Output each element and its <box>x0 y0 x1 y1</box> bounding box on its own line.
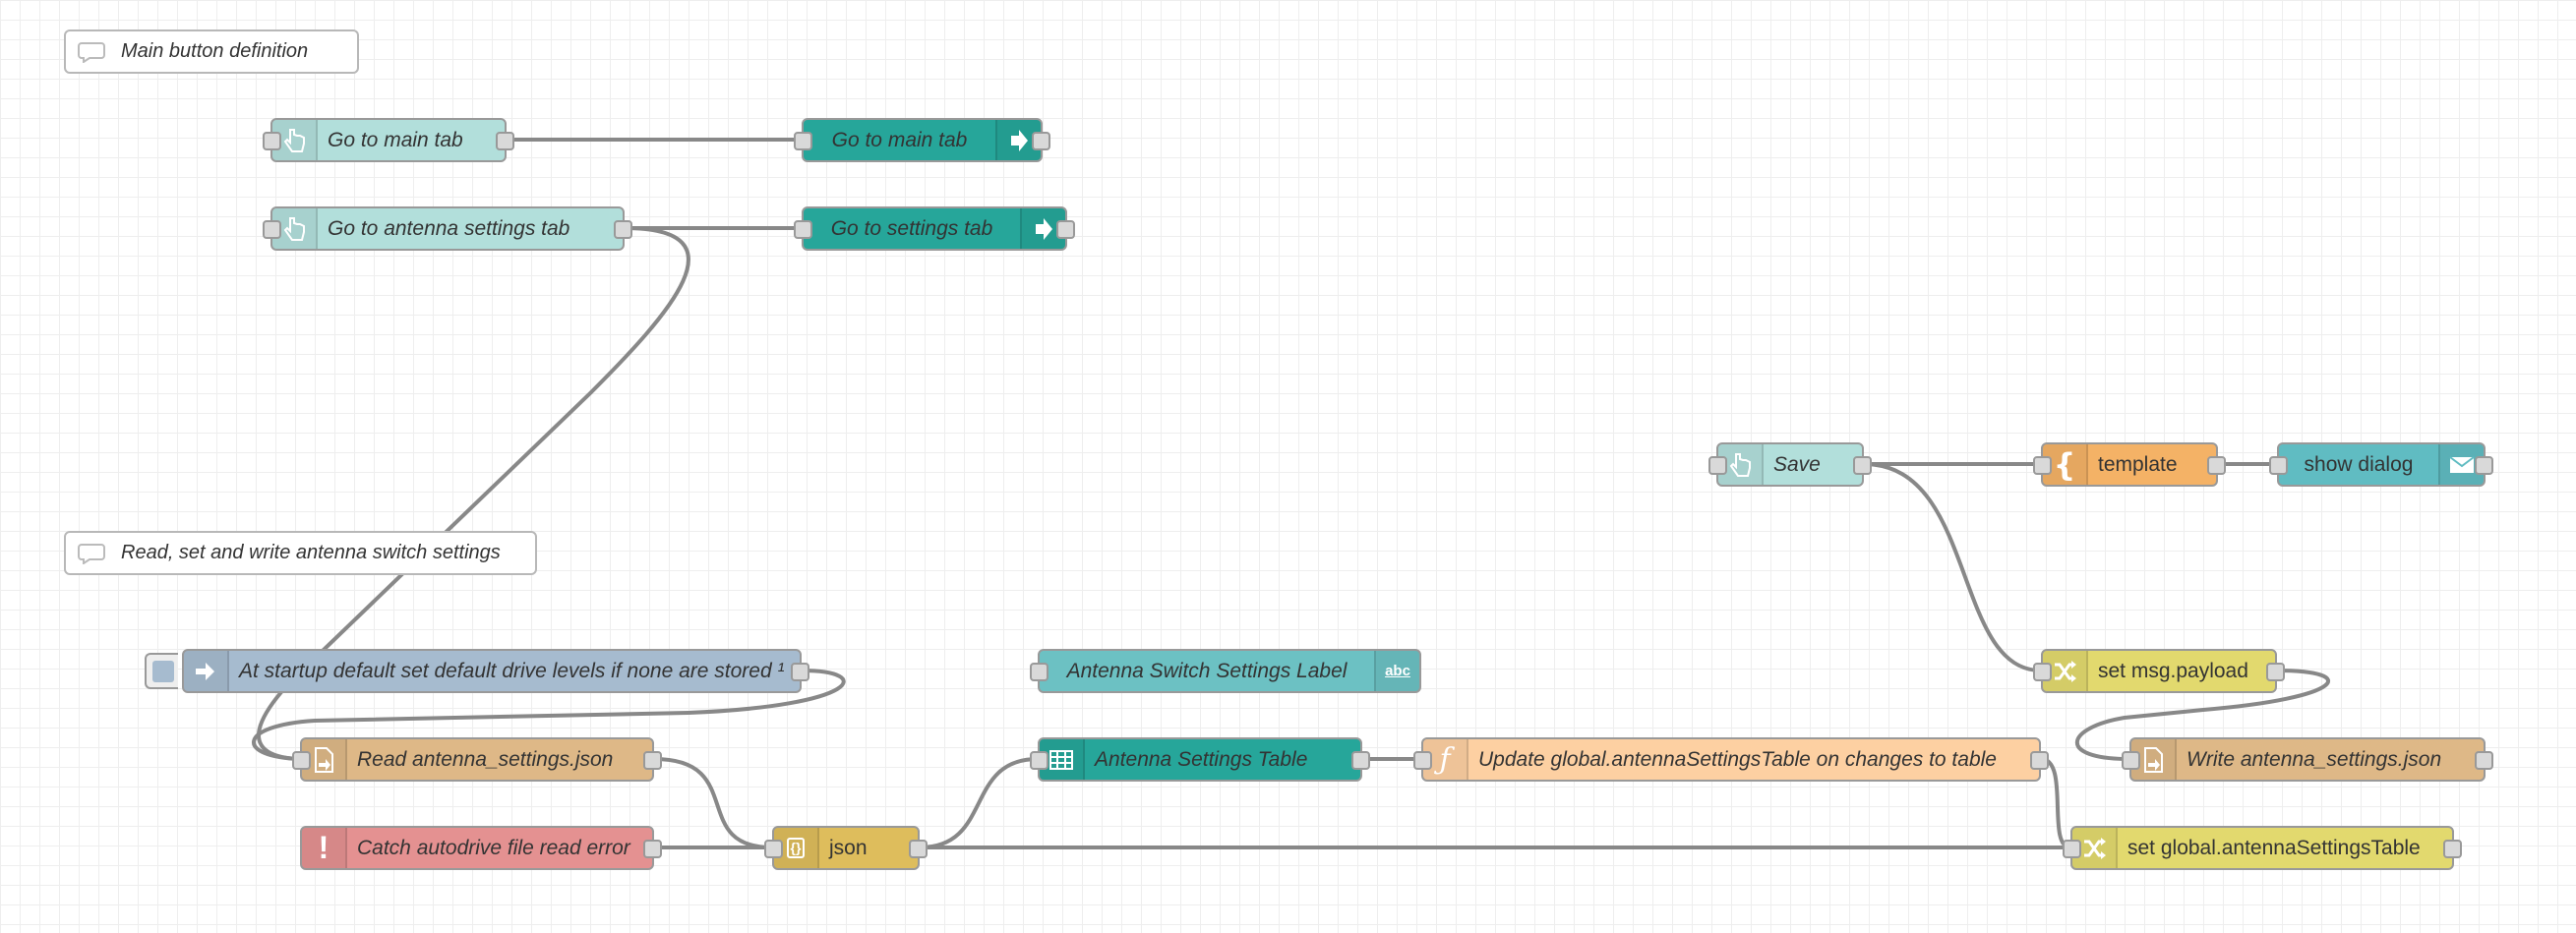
node-write-antenna-settings-file[interactable]: Write antenna_settings.json <box>2122 737 2493 782</box>
input-port[interactable] <box>794 219 812 239</box>
comment-label: Read, set and write antenna switch setti… <box>121 542 501 563</box>
node-go-to-main-tab-button[interactable]: Go to main tab <box>263 118 514 162</box>
input-port[interactable] <box>794 131 812 150</box>
input-port[interactable] <box>2033 455 2052 475</box>
node-label: At startup default set default drive lev… <box>239 659 785 682</box>
input-port[interactable] <box>2063 839 2081 858</box>
abc-text-icon: abc <box>1374 651 1419 691</box>
input-port[interactable] <box>263 131 281 150</box>
exclamation-icon: ! <box>302 828 347 868</box>
node-label: Read antenna_settings.json <box>357 747 614 771</box>
output-port[interactable] <box>2266 662 2285 681</box>
input-port[interactable] <box>2033 662 2052 681</box>
node-antenna-switch-settings-label[interactable]: Antenna Switch Settings Label abc <box>1030 649 1421 693</box>
node-label: json <box>829 836 868 859</box>
output-port[interactable] <box>909 839 928 858</box>
input-port[interactable] <box>764 839 783 858</box>
output-port[interactable] <box>496 131 514 150</box>
output-port[interactable] <box>614 219 632 239</box>
node-go-to-antenna-settings-button[interactable]: Go to antenna settings tab <box>263 206 632 251</box>
input-port[interactable] <box>2122 750 2140 770</box>
node-label: Antenna Settings Table <box>1095 747 1308 771</box>
node-label: Save <box>1773 452 1821 476</box>
node-label: Go to settings tab <box>830 216 993 240</box>
node-show-dialog[interactable]: show dialog <box>2269 442 2493 487</box>
node-go-to-settings-tab-link[interactable]: Go to settings tab <box>794 206 1075 251</box>
speech-bubble-icon <box>66 31 117 72</box>
input-port[interactable] <box>292 750 311 770</box>
speech-bubble-icon <box>66 533 117 573</box>
output-port[interactable] <box>2475 455 2493 475</box>
node-label: Write antenna_settings.json <box>2187 747 2442 771</box>
output-port[interactable] <box>2475 750 2493 770</box>
node-go-to-main-tab-link[interactable]: Go to main tab <box>794 118 1050 162</box>
input-port[interactable] <box>263 219 281 239</box>
node-label: Antenna Switch Settings Label <box>1066 659 1348 682</box>
node-catch-file-read-error[interactable]: ! Catch autodrive file read error <box>300 826 662 870</box>
inject-trigger-button[interactable] <box>145 653 178 689</box>
node-update-function[interactable]: ƒ Update global.antennaSettingsTable on … <box>1413 737 2049 782</box>
input-port[interactable] <box>1708 455 1727 475</box>
output-port[interactable] <box>643 839 662 858</box>
output-port[interactable] <box>2443 839 2462 858</box>
comment-label: Main button definition <box>121 40 309 62</box>
node-set-global-antenna-settings-table[interactable]: set global.antennaSettingsTable <box>2063 826 2462 870</box>
node-antenna-settings-table[interactable]: Antenna Settings Table <box>1030 737 1370 782</box>
node-label: set msg.payload <box>2098 659 2248 682</box>
output-port[interactable] <box>791 662 809 681</box>
node-label: Catch autodrive file read error <box>357 836 630 859</box>
input-port[interactable] <box>1030 750 1048 770</box>
node-label: Go to main tab <box>831 128 968 151</box>
comment-antenna-settings[interactable]: Read, set and write antenna switch setti… <box>64 531 537 575</box>
node-label: Go to main tab <box>328 128 463 151</box>
wire-function-to-set-global[interactable] <box>2040 757 2071 849</box>
input-port[interactable] <box>1413 750 1432 770</box>
node-label: Go to antenna settings tab <box>328 216 570 240</box>
node-template[interactable]: { template <box>2033 442 2226 487</box>
node-startup-inject[interactable]: At startup default set default drive lev… <box>145 649 809 693</box>
input-port[interactable] <box>1030 662 1048 681</box>
output-port[interactable] <box>1351 750 1370 770</box>
wire-save-to-set-payload[interactable] <box>1863 462 2042 672</box>
node-label: set global.antennaSettingsTable <box>2127 836 2421 859</box>
output-port[interactable] <box>1056 219 1075 239</box>
output-port[interactable] <box>2207 455 2226 475</box>
wire-json-to-table[interactable] <box>919 757 1039 849</box>
output-port[interactable] <box>643 750 662 770</box>
node-label: show dialog <box>2304 452 2414 476</box>
node-set-msg-payload[interactable]: set msg.payload <box>2033 649 2285 693</box>
wire-read-file-to-json[interactable] <box>653 757 773 849</box>
node-label: template <box>2098 452 2178 476</box>
node-json[interactable]: {} json <box>764 826 928 870</box>
node-save-button[interactable]: Save <box>1708 442 1872 487</box>
output-port[interactable] <box>1853 455 1872 475</box>
input-port[interactable] <box>2269 455 2288 475</box>
node-read-antenna-settings-file[interactable]: Read antenna_settings.json <box>292 737 662 782</box>
output-port[interactable] <box>2030 750 2049 770</box>
inject-arrow-icon <box>184 651 229 691</box>
node-label: Update global.antennaSettingsTable on ch… <box>1478 747 1997 771</box>
comment-main-button-definition[interactable]: Main button definition <box>64 29 359 74</box>
output-port[interactable] <box>1032 131 1050 150</box>
